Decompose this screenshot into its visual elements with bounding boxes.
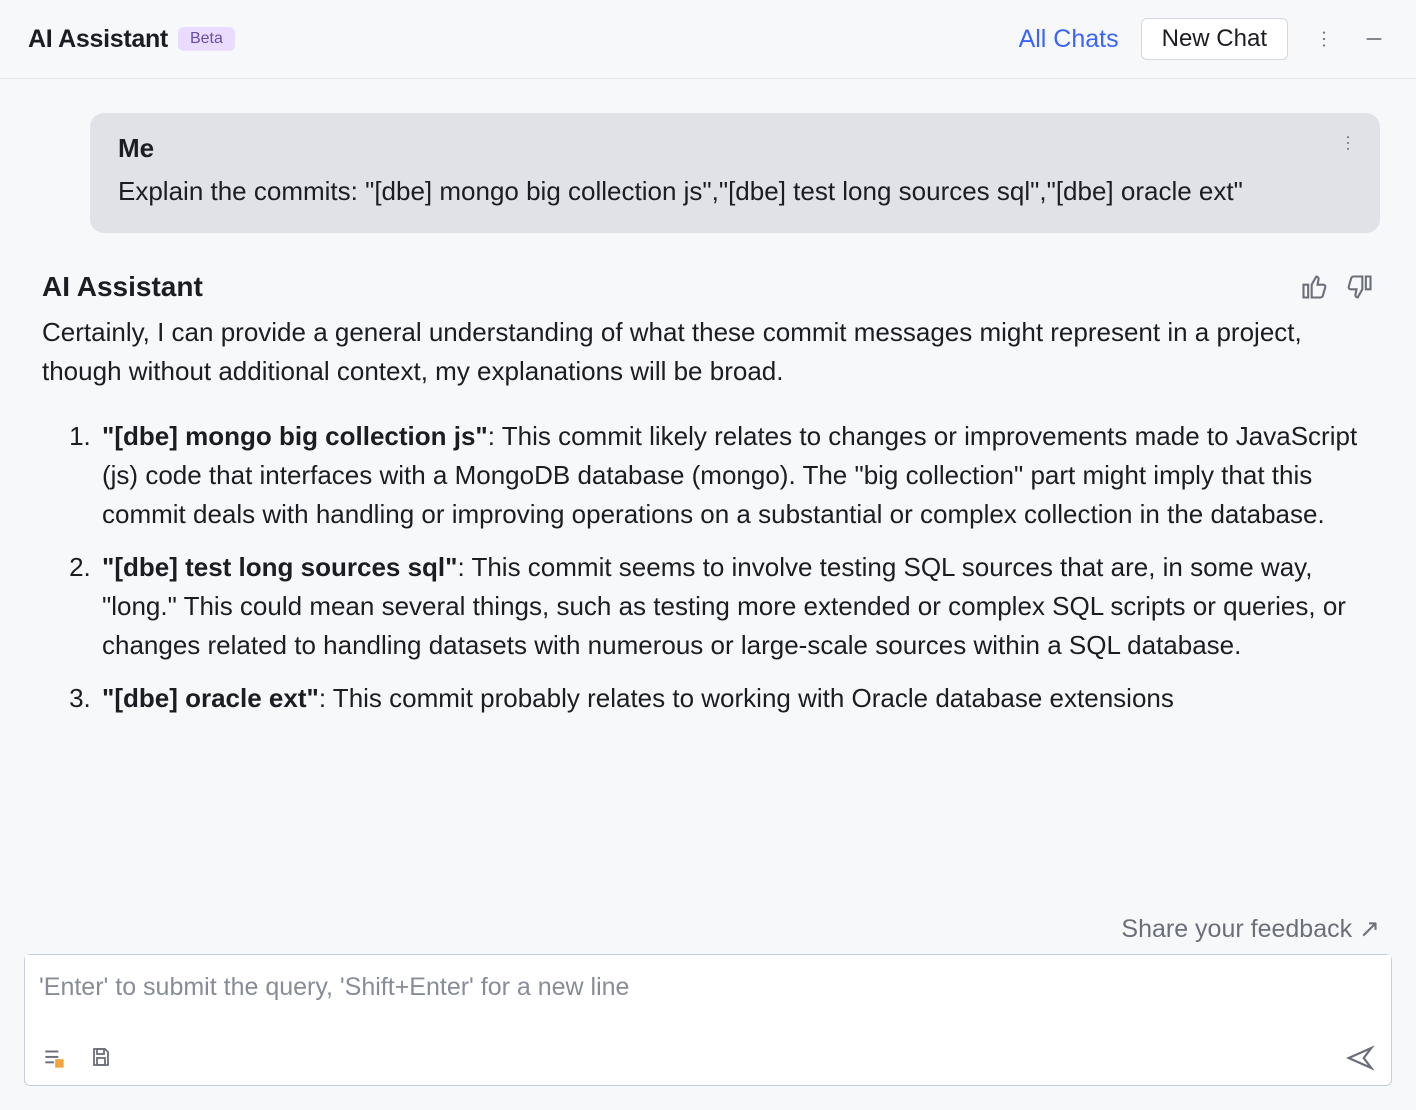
conversation-area: Me Explain the commits: "[dbe] mongo big…	[0, 79, 1416, 908]
assistant-message: AI Assistant Certainly, I can provide a …	[36, 271, 1380, 718]
feedback-icons	[1300, 273, 1374, 301]
input-toolbar	[25, 1035, 1391, 1085]
app-header: AI Assistant Beta All Chats New Chat	[0, 0, 1416, 79]
header-left: AI Assistant Beta	[28, 25, 235, 54]
list-item: "[dbe] oracle ext": This commit probably…	[98, 679, 1374, 718]
share-feedback-link[interactable]: Share your feedback	[1121, 915, 1380, 943]
save-icon[interactable]	[89, 1045, 113, 1071]
app-title: AI Assistant	[28, 25, 168, 54]
input-area	[24, 954, 1392, 1086]
all-chats-link[interactable]: All Chats	[1019, 25, 1119, 54]
assistant-intro: Certainly, I can provide a general under…	[42, 313, 1374, 391]
user-message: Me Explain the commits: "[dbe] mongo big…	[90, 113, 1380, 233]
beta-badge: Beta	[178, 27, 235, 51]
send-icon[interactable]	[1345, 1043, 1375, 1073]
insert-snippet-icon[interactable]	[41, 1045, 67, 1071]
chat-input[interactable]	[25, 955, 1391, 1035]
list-item: "[dbe] test long sources sql": This comm…	[98, 548, 1374, 665]
header-right: All Chats New Chat	[1019, 18, 1388, 60]
new-chat-button[interactable]: New Chat	[1141, 18, 1288, 60]
list-item-bold: "[dbe] mongo big collection js"	[102, 421, 488, 451]
thumbs-down-icon[interactable]	[1346, 273, 1374, 301]
scroll-region[interactable]: Me Explain the commits: "[dbe] mongo big…	[36, 113, 1380, 908]
more-options-icon[interactable]	[1310, 25, 1338, 53]
thumbs-up-icon[interactable]	[1300, 273, 1328, 301]
list-item-rest: : This commit probably relates to workin…	[319, 683, 1174, 713]
list-item-bold: "[dbe] test long sources sql"	[102, 552, 457, 582]
assistant-header: AI Assistant	[42, 271, 1374, 303]
user-sender-label: Me	[118, 133, 1352, 164]
user-message-text: Explain the commits: "[dbe] mongo big co…	[118, 172, 1352, 211]
list-item: "[dbe] mongo big collection js": This co…	[98, 417, 1374, 534]
message-menu-icon[interactable]	[1338, 133, 1358, 158]
assistant-sender-label: AI Assistant	[42, 271, 203, 303]
assistant-list: "[dbe] mongo big collection js" : This co…	[42, 417, 1374, 718]
feedback-link-row: Share your feedback	[0, 908, 1416, 954]
assistant-body: Certainly, I can provide a general under…	[42, 313, 1374, 718]
minimize-icon[interactable]	[1360, 25, 1388, 53]
list-item-bold: "[dbe] oracle ext"	[102, 683, 319, 713]
